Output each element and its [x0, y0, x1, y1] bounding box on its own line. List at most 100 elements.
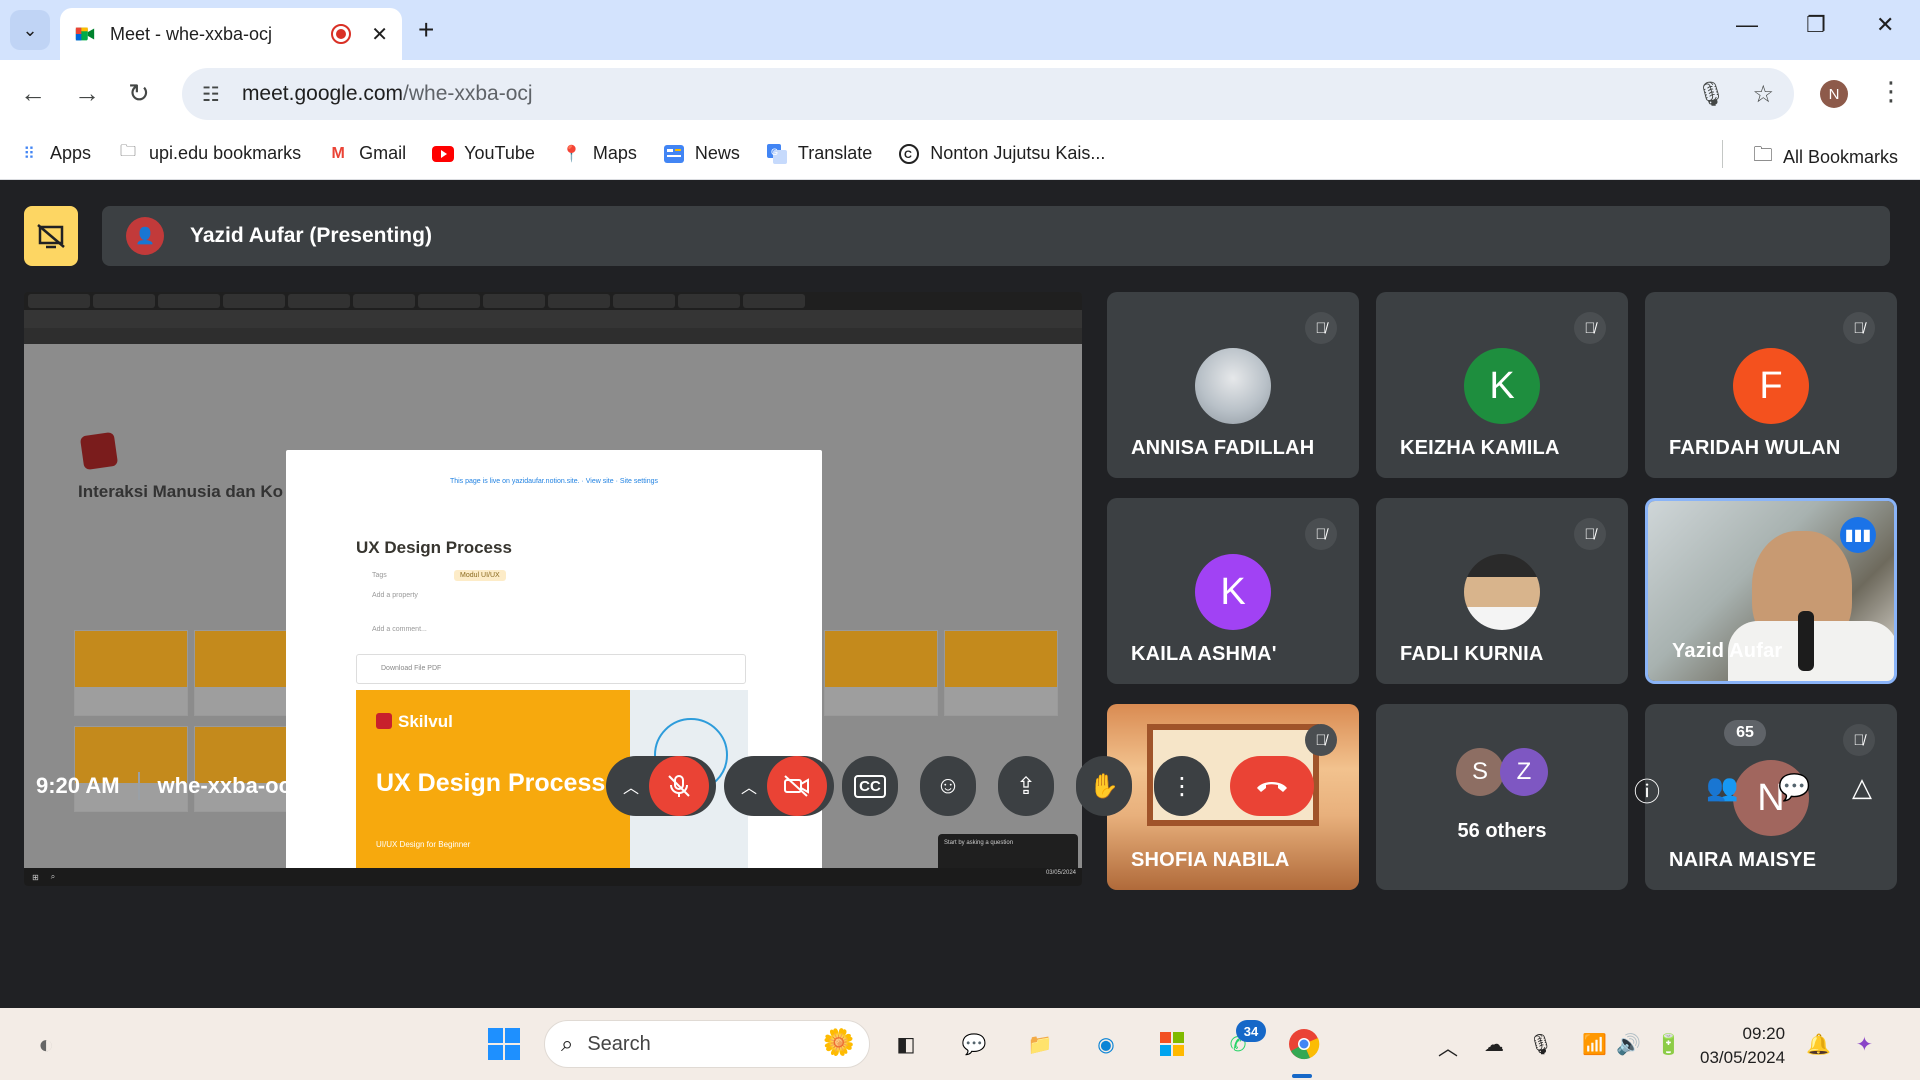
leave-call-button[interactable] [1230, 756, 1314, 816]
hang-up-icon [1257, 782, 1287, 792]
video-options-chevron-icon[interactable]: ︿ [731, 756, 767, 816]
people-button[interactable]: 👥 [1706, 772, 1738, 803]
chrome-menu-icon[interactable]: ⋮ [1878, 76, 1904, 107]
participant-tile[interactable]: 🎙̸ FADLI KURNIA [1376, 498, 1628, 684]
more-vert-icon: ⋮ [1170, 772, 1194, 800]
battery-icon[interactable]: 🔋 [1656, 1032, 1681, 1057]
bookmark-star-icon[interactable]: ☆ [1752, 80, 1774, 109]
participant-count-badge: 65 [1724, 720, 1766, 746]
tab-title: Meet - whe-xxba-ocj [110, 23, 273, 44]
taskbar-search-box[interactable]: ⌕ Search 🌼 [544, 1020, 870, 1068]
mic-toggle-button[interactable] [649, 756, 709, 816]
start-button[interactable] [486, 1026, 522, 1062]
download-pdf-box: Download File PDF [356, 654, 746, 684]
shared-card [74, 630, 188, 716]
shared-tab [353, 294, 415, 308]
participant-name: KEIZHA KAMILA [1400, 437, 1560, 459]
back-button[interactable]: ← [20, 78, 46, 109]
participant-tile[interactable]: F 🎙̸ FARIDAH WULAN [1645, 292, 1897, 478]
activities-button[interactable]: △ [1852, 772, 1872, 803]
maps-icon: 📍 [561, 145, 582, 163]
shared-clock: 03/05/2024 [1045, 870, 1076, 876]
weather-widget-icon[interactable]: ◐ [28, 1026, 64, 1062]
bookmarks-bar: ⠿ Apps 🗀 upi.edu bookmarks M Gmail YouTube … [0, 128, 1920, 180]
participant-name: KAILA ASHMA' [1131, 643, 1277, 665]
tab-search-button[interactable]: ⌄ [10, 10, 50, 50]
raise-hand-button[interactable]: ✋ [1076, 756, 1132, 816]
bookmark-jujutsu[interactable]: C Nonton Jujutsu Kais... [898, 143, 1105, 165]
mic-off-icon: 🎙̸ [1305, 312, 1337, 344]
volume-icon[interactable]: 🔊 [1616, 1032, 1641, 1057]
notification-bell-icon[interactable]: 🔔 [1806, 1032, 1831, 1057]
bookmarks-separator [1722, 140, 1723, 168]
notion-page-icon [79, 431, 119, 471]
bookmark-youtube[interactable]: YouTube [432, 143, 535, 165]
live-notice: This page is live on yazidaufar.notion.s… [449, 478, 659, 485]
wifi-icon[interactable]: 📶 [1582, 1032, 1607, 1057]
meeting-time: 9:20 AM [36, 773, 120, 798]
mic-off-icon: 🎙̸ [1305, 724, 1337, 756]
hero-brand: Skilvul [376, 712, 453, 732]
close-window-icon[interactable]: ✕ [1876, 12, 1894, 38]
browser-tab-meet[interactable]: Meet - whe-xxba-ocj ✕ [60, 8, 402, 60]
file-explorer-icon[interactable]: 📁 [1022, 1026, 1058, 1062]
taskbar-clock[interactable]: 09:20 03/05/2024 [1700, 1022, 1785, 1070]
voice-search-icon[interactable]: 🎙 [1696, 80, 1726, 109]
others-tile[interactable]: S Z 56 others [1376, 704, 1628, 890]
address-bar[interactable]: ☷ meet.google.com/whe-xxba-ocj 🎙 ☆ [182, 68, 1794, 120]
people-icon: 👥 [1706, 772, 1739, 802]
teams-chat-icon[interactable]: 💬 [956, 1026, 992, 1062]
camera-toggle-button[interactable] [767, 756, 827, 816]
meeting-details-button[interactable]: ⓘ [1634, 772, 1660, 809]
search-highlight-icon: 🌼 [822, 1027, 855, 1057]
show-hidden-icons-chevron-icon[interactable]: ︿ [1438, 1032, 1458, 1061]
participant-tile-speaking[interactable]: ▮▮▮ Yazid Aufar [1645, 498, 1897, 684]
whatsapp-unread-badge: 34 [1236, 1020, 1266, 1042]
copilot-icon[interactable]: ✦ [1856, 1032, 1873, 1057]
participant-tile[interactable]: K 🎙̸ KEIZHA KAMILA [1376, 292, 1628, 478]
profile-avatar[interactable]: N [1820, 80, 1848, 108]
bookmark-maps[interactable]: 📍 Maps [561, 143, 637, 165]
folder-icon: 🗀 [120, 143, 137, 160]
captions-button[interactable]: CC [842, 756, 898, 816]
site-info-icon[interactable]: ☷ [202, 82, 220, 107]
bookmark-upi[interactable]: 🗀 upi.edu bookmarks [117, 143, 301, 165]
svg-text:G: G [771, 147, 778, 157]
hand-icon: ✋ [1089, 772, 1119, 800]
reactions-button[interactable]: ☺ [920, 756, 976, 816]
participant-name: ANNISA FADILLAH [1131, 437, 1315, 459]
present-now-button[interactable]: ⇪ [998, 756, 1054, 816]
reload-button[interactable]: ↻ [128, 78, 150, 109]
restore-window-icon[interactable]: ❐ [1806, 12, 1826, 38]
shared-taskbar: ⊞ ⌕ 03/05/2024 [24, 868, 1082, 886]
windows-start-icon: ⊞ [32, 872, 39, 882]
chat-button[interactable]: 💬 [1778, 772, 1810, 803]
bookmark-news[interactable]: News [663, 143, 740, 165]
stop-presentation-view-button[interactable] [24, 206, 78, 266]
close-tab-icon[interactable]: ✕ [371, 22, 388, 47]
microsoft-store-icon[interactable] [1154, 1026, 1190, 1062]
forward-button[interactable]: → [74, 78, 100, 109]
minimize-window-icon[interactable]: — [1736, 12, 1758, 38]
edge-browser-icon[interactable]: ◉ [1088, 1026, 1124, 1062]
participant-tile[interactable]: K 🎙̸ KAILA ASHMA' [1107, 498, 1359, 684]
audio-options-chevron-icon[interactable]: ︿ [613, 756, 649, 816]
onedrive-icon[interactable]: ☁ [1484, 1032, 1504, 1057]
chrome-taskbar-icon[interactable] [1286, 1026, 1322, 1062]
all-bookmarks-button[interactable]: 🗀 All Bookmarks [1753, 140, 1898, 174]
new-tab-button[interactable]: + [418, 14, 434, 46]
meet-main: 👤 Yazid Aufar (Presenting) Interaksi Man… [0, 180, 1920, 1008]
shared-card [824, 630, 938, 716]
bookmark-translate[interactable]: G Translate [766, 143, 872, 165]
task-view-icon[interactable]: ◧ [888, 1026, 924, 1062]
hero-subtitle: UI/UX Design for Beginner [376, 840, 471, 849]
bookmark-gmail[interactable]: M Gmail [327, 143, 406, 165]
participant-tile[interactable]: 🎙̸ ANNISA FADILLAH [1107, 292, 1359, 478]
more-options-button[interactable]: ⋮ [1154, 756, 1210, 816]
info-icon: ⓘ [1634, 777, 1661, 807]
audio-level-icon: ▮▮▮ [1840, 517, 1876, 553]
participant-name: FARIDAH WULAN [1669, 437, 1841, 459]
taskbar-search-placeholder: Search [587, 1032, 651, 1055]
bookmark-apps[interactable]: ⠿ Apps [18, 143, 91, 165]
microphone-in-use-icon[interactable]: 🎙 [1528, 1032, 1553, 1057]
